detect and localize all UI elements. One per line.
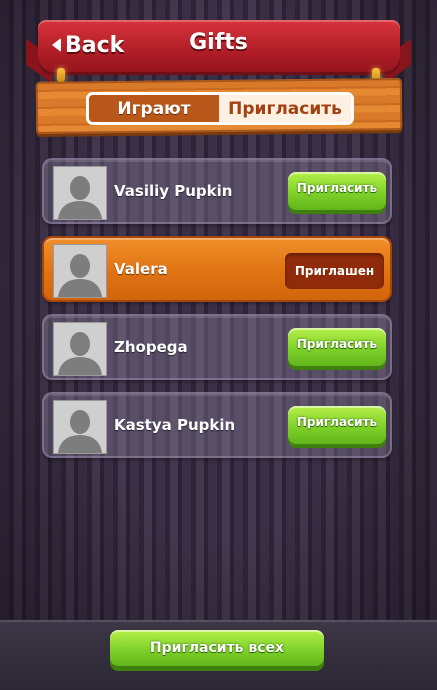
default-avatar-icon: [53, 166, 107, 220]
invite-button[interactable]: Пригласить: [288, 406, 386, 444]
lantern-icon: [57, 68, 65, 82]
tab-playing[interactable]: Играют: [89, 95, 219, 122]
friend-name: Valera: [114, 260, 168, 278]
friend-row: Valera Приглашен: [42, 236, 392, 302]
friend-row: Zhopega Пригласить: [42, 314, 392, 380]
invite-button[interactable]: Пригласить: [288, 172, 386, 210]
tab-invite[interactable]: Пригласить: [219, 95, 351, 122]
friend-name: Zhopega: [114, 338, 188, 356]
invited-status-badge: Приглашен: [285, 253, 384, 289]
tab-bar: Играют Пригласить: [86, 92, 354, 125]
default-avatar-icon: [53, 400, 107, 454]
friend-name: Vasiliy Pupkin: [114, 182, 233, 200]
default-avatar-icon: [53, 244, 107, 298]
page-title: Gifts: [189, 30, 248, 55]
invite-all-button[interactable]: Пригласить всех: [110, 630, 324, 666]
friend-row: Kastya Pupkin Пригласить: [42, 392, 392, 458]
friend-name: Kastya Pupkin: [114, 416, 236, 434]
gifts-screen: { "header": { "back_label": "Back", "tit…: [0, 0, 437, 690]
invite-button[interactable]: Пригласить: [288, 328, 386, 366]
default-avatar-icon: [53, 322, 107, 376]
friend-row: Vasiliy Pupkin Пригласить: [42, 158, 392, 224]
